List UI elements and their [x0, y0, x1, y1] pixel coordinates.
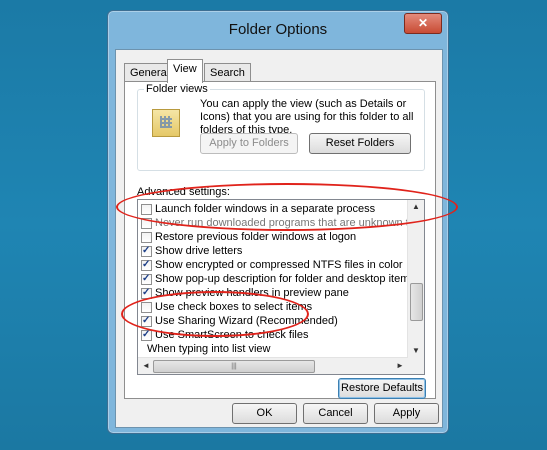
vertical-scrollbar[interactable]: ▲ ▼ — [407, 200, 424, 358]
horizontal-scroll-thumb[interactable]: ||| — [153, 360, 315, 373]
advanced-settings-label: Advanced settings: — [137, 186, 230, 198]
close-button[interactable]: ✕ — [404, 13, 442, 34]
dialog-title: Folder Options — [228, 21, 328, 38]
folder-options-dialog: Folder Options ✕ General View Search Fol… — [107, 10, 449, 434]
cancel-button[interactable]: Cancel — [303, 403, 368, 424]
apply-to-folders-button[interactable]: Apply to Folders — [200, 133, 298, 154]
scroll-left-arrow-icon[interactable]: ◄ — [138, 359, 154, 373]
checkbox[interactable] — [141, 286, 152, 299]
scroll-up-arrow-icon[interactable]: ▲ — [408, 200, 424, 214]
checkbox[interactable] — [141, 258, 152, 271]
ok-button[interactable]: OK — [232, 403, 297, 424]
folder-views-description: You can apply the view (such as Details … — [200, 98, 414, 136]
tab-search[interactable]: Search — [204, 63, 251, 82]
checkbox[interactable] — [141, 218, 152, 229]
scroll-thumb[interactable] — [410, 283, 423, 321]
checkbox[interactable] — [141, 302, 152, 313]
checkbox[interactable] — [141, 272, 152, 285]
advanced-settings-list[interactable]: Launch folder windows in a separate proc… — [137, 199, 425, 375]
checkbox[interactable] — [141, 328, 152, 341]
dialog-client-area: General View Search Folder views You can… — [115, 49, 443, 428]
checkbox[interactable] — [141, 204, 152, 215]
scrollbar-corner — [408, 358, 424, 374]
checkbox[interactable] — [141, 244, 152, 257]
horizontal-scrollbar[interactable]: ◄ ||| ► — [138, 357, 408, 374]
close-icon: ✕ — [417, 16, 429, 30]
reset-folders-button[interactable]: Reset Folders — [309, 133, 411, 154]
folder-view-icon — [152, 109, 180, 137]
folder-views-group: Folder views You can apply the view (suc… — [137, 83, 425, 171]
scroll-right-arrow-icon[interactable]: ► — [392, 359, 408, 373]
restore-defaults-button[interactable]: Restore Defaults — [338, 378, 426, 399]
scroll-down-arrow-icon[interactable]: ▼ — [408, 344, 424, 358]
checkbox[interactable] — [141, 314, 152, 327]
apply-button[interactable]: Apply — [374, 403, 439, 424]
folder-views-legend: Folder views — [144, 83, 210, 95]
checkbox[interactable] — [141, 232, 152, 243]
tab-view[interactable]: View — [167, 59, 203, 83]
view-tab-panel: Folder views You can apply the view (suc… — [124, 81, 436, 399]
